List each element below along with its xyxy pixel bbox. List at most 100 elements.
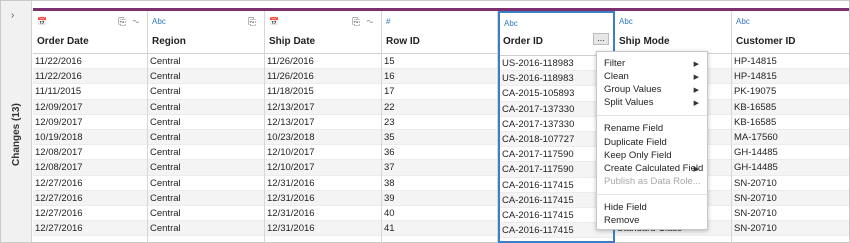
column-rows: Central Central Central Central Central Centr… [148,54,264,237]
string-type-icon[interactable]: Abc [152,17,166,26]
table-cell[interactable]: Central [148,129,264,146]
date-type-icon[interactable]: 📅 [37,17,47,26]
column-header[interactable]: 📅 ⎘ ∿ Order Date [33,11,147,54]
table-cell[interactable]: 10/19/2018 [33,129,147,146]
column-actions-icons[interactable]: ⎘ ∿ [352,17,375,28]
table-cell[interactable]: KB-16585 [732,115,849,130]
column-header[interactable]: Abc ⎘ Region [148,11,264,54]
date-type-icon[interactable]: 📅 [269,17,279,26]
table-cell[interactable]: 39 [382,190,497,206]
table-cell[interactable]: 17 [382,84,497,100]
column-ship-date[interactable]: 📅 ⎘ ∿ Ship Date 11/26/2016 11/26/2016 11/1… [265,11,382,243]
table-cell[interactable]: KB-16585 [732,99,849,115]
more-options-button[interactable]: ... [593,33,609,45]
table-cell[interactable]: MA-17560 [732,129,849,146]
column-header[interactable]: 📅 ⎘ ∿ Ship Date [265,11,381,54]
table-cell[interactable]: 12/27/2016 [33,190,147,206]
table-cell[interactable]: 12/09/2017 [33,115,147,130]
expand-chevron-icon[interactable]: › [11,10,14,21]
table-cell[interactable]: SN-20710 [732,221,849,237]
table-cell[interactable]: 35 [382,129,497,146]
table-cell[interactable]: 22 [382,99,497,115]
string-type-icon[interactable]: Abc [736,17,750,26]
table-cell[interactable]: 12/27/2016 [33,176,147,191]
menu-item-rename-field[interactable]: Rename Field [604,123,663,134]
column-actions-icons[interactable]: ⎘ ∿ [118,17,141,28]
table-cell[interactable]: HP-14815 [732,69,849,85]
table-cell[interactable]: Central [148,206,264,222]
number-type-icon[interactable]: # [386,17,390,26]
column-customer-id[interactable]: Abc Customer ID HP-14815 HP-14815 PK-19075… [732,11,849,243]
menu-item-duplicate-field[interactable]: Duplicate Field [604,137,667,148]
table-cell[interactable]: Central [148,115,264,130]
table-cell[interactable]: 11/11/2015 [33,84,147,100]
table-cell[interactable]: 23 [382,115,497,130]
table-cell[interactable]: 12/31/2016 [265,176,381,191]
menu-item-filter[interactable]: Filter [604,58,625,69]
string-type-icon[interactable]: Abc [504,19,518,28]
table-cell[interactable]: Central [148,145,264,161]
table-cell[interactable]: 12/13/2017 [265,115,381,130]
column-order-date[interactable]: 📅 ⎘ ∿ Order Date 11/22/2016 11/22/2016 11/… [33,11,148,243]
table-cell[interactable]: Central [148,190,264,206]
table-cell[interactable]: SN-20710 [732,176,849,191]
menu-item-label: Group Values [604,84,662,95]
table-cell[interactable]: Central [148,221,264,237]
string-type-icon[interactable]: Abc [619,17,633,26]
column-region[interactable]: Abc ⎘ Region Central Central Central Centra… [148,11,265,243]
table-cell[interactable]: Central [148,69,264,85]
column-header[interactable]: Abc Customer ID [732,11,849,54]
column-header[interactable]: Abc Ship Mode [615,11,731,54]
table-cell[interactable]: Central [148,160,264,176]
menu-item-split-values[interactable]: Split Values [604,97,653,108]
table-cell[interactable]: 12/31/2016 [265,190,381,206]
menu-item-keep-only-field[interactable]: Keep Only Field [604,150,672,161]
table-cell[interactable]: GH-14485 [732,160,849,176]
table-cell[interactable]: 16 [382,69,497,85]
table-cell[interactable]: 37 [382,160,497,176]
table-cell[interactable]: 41 [382,221,497,237]
table-cell[interactable]: 12/08/2017 [33,145,147,161]
menu-item-create-calculated-field[interactable]: Create Calculated Field [604,163,703,174]
table-cell[interactable]: 15 [382,54,497,70]
column-name: Order ID [503,36,544,47]
menu-separator [597,115,707,116]
changes-count-label[interactable]: Changes (13) [11,103,22,166]
table-cell[interactable]: 10/23/2018 [265,129,381,146]
table-cell[interactable]: 36 [382,145,497,161]
table-cell[interactable]: GH-14485 [732,145,849,161]
column-actions-icons[interactable]: ⎘ [248,17,258,28]
table-cell[interactable]: 11/22/2016 [33,69,147,85]
table-cell[interactable]: 12/31/2016 [265,206,381,222]
column-row-id[interactable]: # Row ID 15 16 17 22 23 35 36 37 38 39 40 41 [382,11,498,243]
column-header[interactable]: Abc Order ID ... [500,13,613,56]
table-cell[interactable]: 12/27/2016 [33,221,147,237]
menu-item-group-values[interactable]: Group Values [604,84,661,95]
table-cell[interactable]: Central [148,54,264,70]
table-cell[interactable]: 12/08/2017 [33,160,147,176]
table-cell[interactable]: 12/13/2017 [265,99,381,115]
table-cell[interactable]: 40 [382,206,497,222]
table-cell[interactable]: 11/26/2016 [265,54,381,70]
menu-item-hide-field[interactable]: Hide Field [604,202,647,213]
menu-item-remove[interactable]: Remove [604,215,639,226]
table-cell[interactable]: 38 [382,176,497,191]
table-cell[interactable]: SN-20710 [732,206,849,222]
table-cell[interactable]: 12/09/2017 [33,99,147,115]
table-cell[interactable]: 11/22/2016 [33,54,147,70]
table-cell[interactable]: HP-14815 [732,54,849,70]
table-cell[interactable]: 11/26/2016 [265,69,381,85]
table-cell[interactable]: PK-19075 [732,84,849,100]
table-cell[interactable]: 12/10/2017 [265,145,381,161]
table-cell[interactable]: 12/31/2016 [265,221,381,237]
table-cell[interactable]: 11/18/2015 [265,84,381,100]
table-cell[interactable]: SN-20710 [732,190,849,206]
table-cell[interactable]: Central [148,176,264,191]
menu-item-clean[interactable]: Clean [604,71,629,82]
table-cell[interactable]: Central [148,84,264,100]
table-cell[interactable]: Central [148,99,264,115]
changes-panel[interactable]: › Changes (13) [1,1,32,242]
column-header[interactable]: # Row ID [382,11,497,54]
table-cell[interactable]: 12/10/2017 [265,160,381,176]
table-cell[interactable]: 12/27/2016 [33,206,147,222]
